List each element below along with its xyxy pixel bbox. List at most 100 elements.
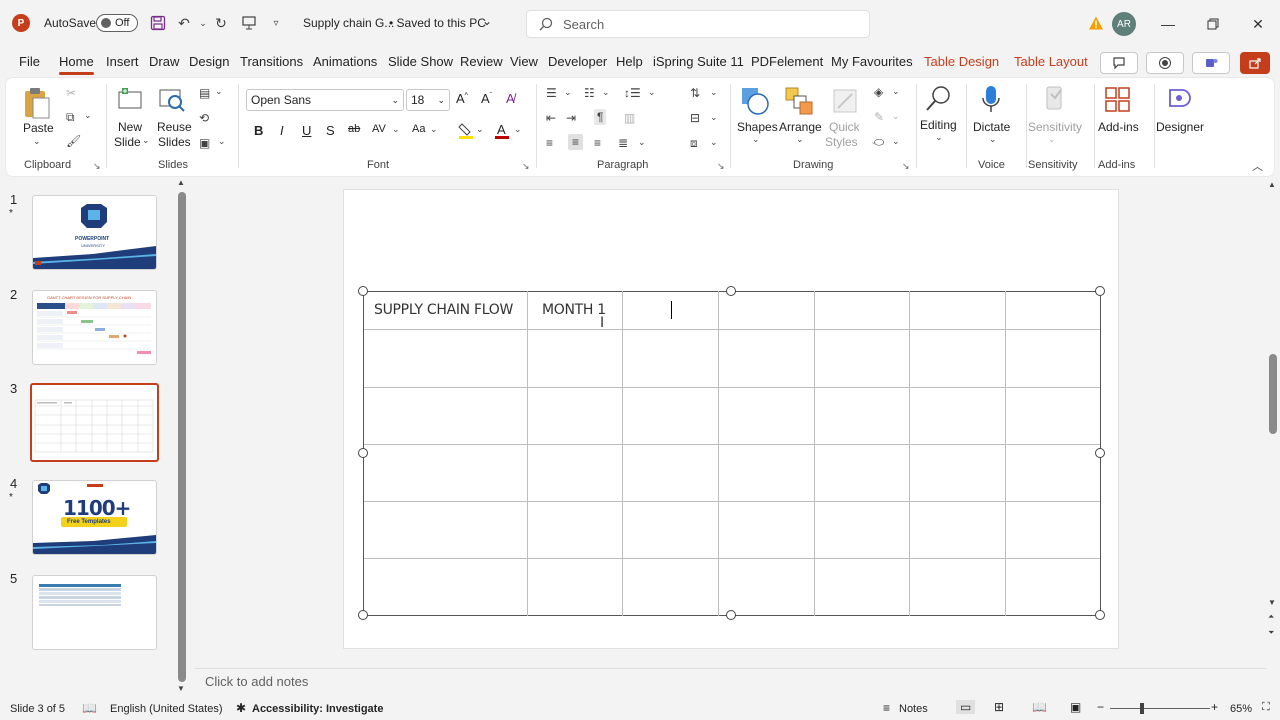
redo-icon[interactable]: ↻	[211, 13, 231, 33]
bullets-dropdown-icon[interactable]: ⌄	[564, 87, 572, 98]
table-header-cell-1[interactable]: SUPPLY CHAIN FLOW	[374, 302, 513, 318]
arrange-icon[interactable]	[784, 86, 814, 119]
strikethrough-icon[interactable]: ab	[348, 123, 360, 135]
warning-icon[interactable]	[1086, 13, 1106, 33]
increase-indent-icon[interactable]: ⇥	[566, 111, 576, 125]
font-size-select[interactable]: 18 ⌄	[406, 89, 450, 111]
next-slide-icon[interactable]: ⏷	[1268, 628, 1274, 638]
tab-table-layout[interactable]: Table Layout	[1014, 54, 1088, 69]
tab-transitions[interactable]: Transitions	[240, 54, 303, 69]
designer-button[interactable]: Designer	[1156, 120, 1204, 135]
resize-handle-top-left[interactable]	[358, 286, 368, 296]
resize-handle-bottom[interactable]	[726, 610, 736, 620]
clear-formatting-icon[interactable]: A̸	[506, 91, 515, 106]
reset-icon[interactable]: ⟲	[199, 111, 209, 125]
editing-button[interactable]: Editing	[920, 118, 957, 133]
paste-button[interactable]: Paste	[23, 121, 54, 136]
align-text-icon[interactable]: ⊟	[690, 111, 700, 125]
zoom-slider[interactable]	[1110, 708, 1210, 709]
rtl-icon[interactable]: ¶	[594, 109, 607, 125]
record-button[interactable]	[1146, 52, 1184, 74]
slide-thumbnail-3[interactable]	[30, 383, 159, 462]
avatar[interactable]: AR	[1112, 12, 1136, 36]
reading-view-icon[interactable]: 📖	[1032, 700, 1047, 714]
reuse-slides-icon[interactable]	[158, 86, 186, 117]
editing-icon[interactable]	[924, 84, 954, 117]
tab-animations[interactable]: Animations	[313, 54, 377, 69]
microphone-icon[interactable]	[980, 84, 1002, 119]
zoom-slider-thumb[interactable]	[1140, 703, 1144, 714]
scroll-down-icon[interactable]: ▼	[177, 684, 185, 693]
sensitivity-icon[interactable]	[1042, 84, 1068, 117]
quick-styles-icon[interactable]	[830, 86, 860, 119]
teams-button[interactable]	[1192, 52, 1230, 74]
title-chevron-down-icon[interactable]: ⌄	[482, 14, 492, 28]
columns-icon[interactable]: ▥	[624, 111, 635, 125]
tab-insert[interactable]: Insert	[106, 54, 139, 69]
decrease-font-icon[interactable]: Aˇ	[481, 91, 492, 106]
align-center-icon[interactable]: ≡	[568, 134, 584, 150]
shadow-icon[interactable]: S	[326, 123, 335, 138]
tab-my-favourites[interactable]: My Favourites	[831, 54, 913, 69]
tab-help[interactable]: Help	[616, 54, 643, 69]
paragraph-launcher-icon[interactable]: ↘	[717, 161, 725, 172]
shape-outline-icon[interactable]: ✎	[874, 110, 884, 124]
resize-handle-top[interactable]	[726, 286, 736, 296]
resize-handle-bottom-right[interactable]	[1095, 610, 1105, 620]
tab-table-design[interactable]: Table Design	[924, 54, 999, 69]
line-spacing-icon[interactable]: ↕☰	[624, 86, 641, 100]
tab-ispring[interactable]: iSpring Suite 11	[653, 54, 744, 69]
collapse-ribbon-icon[interactable]: ︿	[1252, 158, 1263, 174]
designer-icon[interactable]	[1164, 84, 1194, 117]
resize-handle-top-right[interactable]	[1095, 286, 1105, 296]
quick-styles-label[interactable]: Quick	[829, 120, 860, 135]
tab-slide-show[interactable]: Slide Show	[388, 54, 453, 69]
highlight-icon[interactable]	[458, 122, 474, 143]
slide-sorter-icon[interactable]: ⊞	[994, 700, 1004, 714]
drawing-launcher-icon[interactable]: ↘	[902, 161, 910, 172]
undo-dropdown-icon[interactable]: ⌄	[193, 13, 213, 33]
resize-handle-right[interactable]	[1095, 448, 1105, 458]
tab-design[interactable]: Design	[189, 54, 229, 69]
slideshow-icon[interactable]: ▣	[1070, 700, 1081, 714]
addins-button[interactable]: Add-ins	[1098, 120, 1139, 135]
tab-pdfelement[interactable]: PDFelement	[751, 54, 823, 69]
tab-view[interactable]: View	[510, 54, 538, 69]
copy-icon[interactable]: ⧉	[66, 110, 75, 125]
font-color-icon[interactable]: A	[494, 122, 510, 143]
scroll-up-icon[interactable]: ▲	[1268, 180, 1276, 189]
section-icon[interactable]: ▣	[199, 136, 210, 150]
autosave-toggle[interactable]: Off	[96, 14, 138, 32]
save-icon[interactable]	[148, 13, 168, 33]
notes-toggle[interactable]: Notes	[899, 703, 928, 715]
dictate-dropdown-icon[interactable]: ⌄	[989, 134, 997, 145]
share-button[interactable]	[1240, 52, 1270, 74]
increase-font-icon[interactable]: A^	[456, 91, 468, 106]
slide-counter[interactable]: Slide 3 of 5	[10, 703, 65, 715]
fit-to-window-icon[interactable]: ⛶	[1262, 701, 1270, 714]
section-dropdown-icon[interactable]: ⌄	[218, 136, 226, 147]
numbering-icon[interactable]: ☷	[584, 86, 595, 100]
reuse-slides-label[interactable]: Reuse	[157, 120, 192, 135]
accessibility-icon[interactable]: ✱	[236, 701, 246, 715]
case-dropdown-icon[interactable]: ⌄	[430, 124, 438, 135]
dictate-button[interactable]: Dictate	[973, 120, 1010, 135]
addins-icon[interactable]	[1104, 86, 1132, 117]
align-left-icon[interactable]: ≡	[546, 136, 553, 150]
character-spacing-icon[interactable]: AV	[372, 123, 386, 135]
shapes-icon[interactable]	[740, 86, 770, 119]
italic-icon[interactable]: I	[280, 123, 284, 138]
accessibility-status[interactable]: Accessibility: Investigate	[252, 703, 383, 715]
save-status[interactable]: • Saved to this PC	[389, 16, 486, 30]
font-family-select[interactable]: Open Sans ⌄	[246, 89, 404, 111]
slide-thumbnail-5[interactable]	[32, 575, 157, 650]
canvas-scrollbar[interactable]	[1269, 354, 1277, 434]
previous-slide-icon[interactable]: ⏶	[1268, 612, 1274, 622]
close-icon[interactable]: ✕	[1246, 12, 1270, 36]
shape-fill-dropdown-icon[interactable]: ⌄	[892, 86, 900, 97]
customize-toolbar-icon[interactable]: ▿	[266, 13, 286, 33]
spacing-dropdown-icon[interactable]: ⌄	[392, 124, 400, 135]
smartart-icon[interactable]: ⧈	[690, 136, 698, 151]
arrange-button[interactable]: Arrange	[779, 120, 822, 135]
thumbnail-scrollbar[interactable]	[178, 192, 186, 682]
